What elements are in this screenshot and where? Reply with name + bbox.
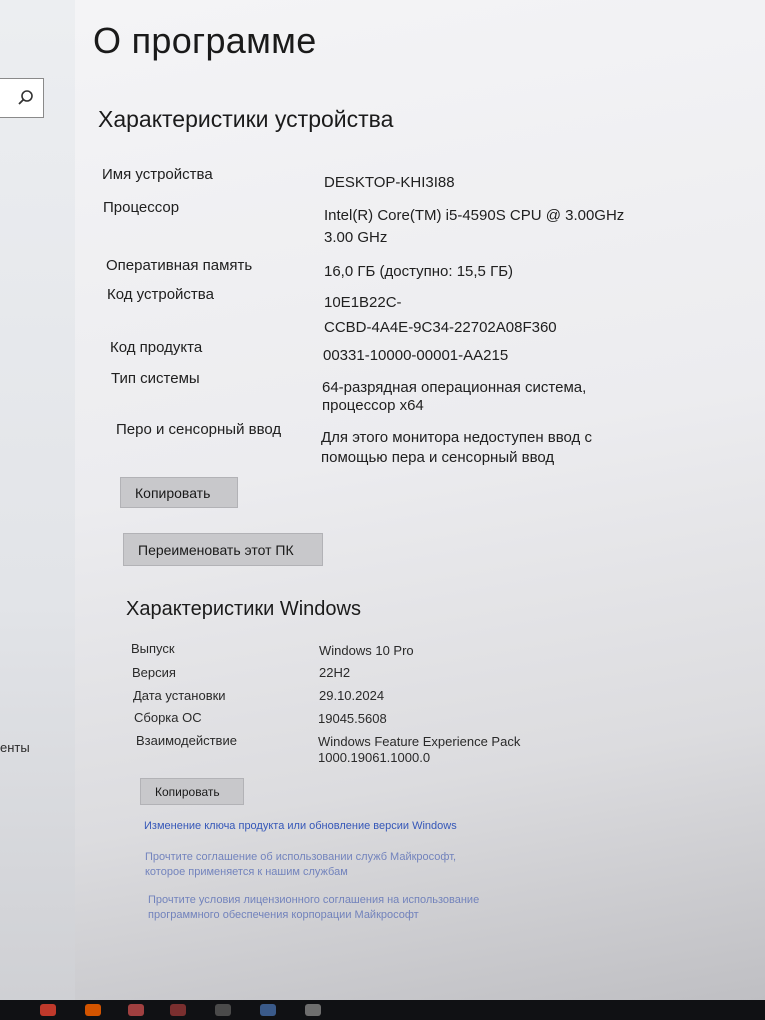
services-agreement-link[interactable]: Прочтите соглашение об использовании слу… — [145, 850, 456, 880]
taskbar-app-icon[interactable] — [215, 1004, 231, 1016]
spec-label-product-id: Код продукта — [110, 339, 203, 356]
copy-device-specs-button[interactable]: Копировать — [120, 477, 238, 508]
settings-icon[interactable] — [305, 1004, 321, 1016]
sidebar-item-label[interactable]: енты — [0, 740, 30, 755]
search-input[interactable] — [0, 78, 44, 118]
spec-value-ram: 16,0 ГБ (доступно: 15,5 ГБ) — [324, 263, 514, 280]
page-title: О программе — [93, 20, 317, 61]
spec-value-device-id: 10E1B22C- — [324, 294, 402, 311]
taskbar-app-icon[interactable] — [170, 1004, 186, 1016]
rename-pc-button[interactable]: Переименовать этот ПК — [123, 533, 323, 566]
win-label-edition: Выпуск — [131, 641, 175, 656]
spec-label-pen-touch: Перо и сенсорный ввод — [116, 421, 282, 438]
spec-value-processor-line2: 3.00 GHz — [324, 229, 388, 246]
spec-value-device-id-line2: CCBD-4A4E-9C34-22702A08F360 — [324, 319, 557, 336]
link-line[interactable]: Изменение ключа продукта или обновление … — [144, 819, 457, 834]
taskbar-app-icon[interactable] — [85, 1004, 101, 1016]
win-value-os-build: 19045.5608 — [318, 711, 387, 726]
taskbar — [0, 1000, 765, 1020]
win-label-os-build: Сборка ОС — [134, 710, 202, 725]
sidebar: енты — [0, 0, 75, 1000]
win-value-version: 22H2 — [319, 665, 351, 680]
spec-value-pen-touch-line2: помощью пера и сенсорный ввод — [321, 449, 555, 466]
spec-value-pen-touch: Для этого монитора недоступен ввод с — [321, 429, 592, 446]
license-terms-link[interactable]: Прочтите условия лицензионного соглашени… — [148, 893, 479, 923]
copy-windows-specs-button[interactable]: Копировать — [140, 778, 244, 805]
spec-label-device-id: Код устройства — [107, 286, 214, 303]
taskbar-app-icon[interactable] — [128, 1004, 144, 1016]
spec-label-ram: Оперативная память — [106, 257, 253, 274]
link-line[interactable]: которое применяется к нашим службам — [145, 865, 456, 880]
about-panel: О программе Характеристики устройства Им… — [75, 0, 765, 1000]
spec-label-device-name: Имя устройства — [102, 166, 213, 183]
device-specs-heading: Характеристики устройства — [98, 106, 394, 132]
taskbar-app-icon[interactable] — [40, 1004, 56, 1016]
spec-label-processor: Процессор — [103, 199, 180, 216]
win-value-experience-line2: 1000.19061.1000.0 — [318, 750, 431, 765]
win-label-experience: Взаимодействие — [136, 733, 237, 748]
spec-value-device-name: DESKTOP-KHI3I88 — [324, 174, 455, 191]
link-line[interactable]: программного обеспечения корпорации Майк… — [148, 908, 479, 923]
spec-value-processor: Intel(R) Core(TM) i5-4590S CPU @ 3.00GHz — [324, 207, 625, 224]
spec-label-system-type: Тип системы — [111, 370, 200, 387]
spec-value-product-id: 00331-10000-00001-AA215 — [323, 347, 509, 364]
change-product-key-link[interactable]: Изменение ключа продукта или обновление … — [144, 819, 457, 834]
win-label-version: Версия — [132, 665, 176, 680]
win-value-edition: Windows 10 Pro — [319, 643, 414, 658]
win-value-install-date: 29.10.2024 — [319, 688, 385, 703]
win-label-install-date: Дата установки — [133, 688, 226, 703]
windows-specs-heading: Характеристики Windows — [126, 598, 361, 620]
search-icon[interactable] — [17, 89, 35, 107]
link-line[interactable]: Прочтите условия лицензионного соглашени… — [148, 893, 479, 908]
link-line[interactable]: Прочтите соглашение об использовании слу… — [145, 850, 456, 865]
taskbar-app-icon[interactable] — [260, 1004, 276, 1016]
spec-value-system-type-line2: процессор x64 — [322, 397, 424, 414]
